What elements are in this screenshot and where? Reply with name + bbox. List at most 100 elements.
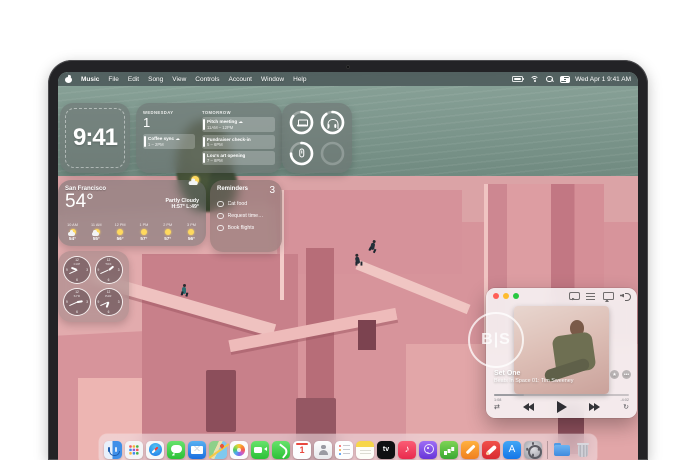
reminder-item[interactable]: Cat food — [217, 201, 275, 208]
battery-ring-mouse — [289, 141, 314, 166]
dock-icon-music[interactable]: ♪ — [398, 441, 416, 459]
battery-ring-laptop — [289, 110, 314, 135]
dock-icon-calendar[interactable]: 1 — [293, 441, 311, 459]
dock-icon-podcasts[interactable] — [419, 441, 437, 459]
calendar-tomorrow-label: TOMORROW — [202, 110, 275, 115]
zoom-button[interactable] — [513, 293, 519, 299]
clock-time: 9:41 — [73, 124, 117, 152]
reminders-title: Reminders — [217, 186, 248, 192]
dock-icon-tv[interactable]: tv — [377, 441, 395, 459]
dock-icon-pages[interactable] — [461, 441, 479, 459]
music-player-window: B|S Set One Beats In Space 01: Tim Sween… — [486, 288, 637, 418]
close-button[interactable] — [493, 293, 499, 299]
menu-song[interactable]: Song — [148, 76, 163, 83]
dock-icon-settings[interactable] — [524, 441, 542, 459]
shuffle-button[interactable]: ⇄ — [494, 403, 500, 411]
track-subtitle: Beats In Space 01: Tim Sweeney — [494, 378, 629, 384]
menubar-clock[interactable]: Wed Apr 1 9:41 AM — [575, 76, 631, 83]
cloud-icon: ☁ — [238, 119, 243, 124]
apple-menu-icon[interactable] — [65, 75, 72, 83]
dock-icon-notes[interactable] — [356, 441, 374, 459]
checkbox-circle[interactable] — [217, 213, 224, 220]
dock-icon-launchpad[interactable] — [125, 441, 143, 459]
airplay-icon[interactable] — [603, 292, 613, 301]
analog-clock-paris: 12369 PAR — [96, 289, 122, 315]
world-clock-widget[interactable]: 12369 CUP 12369 TOK 12369 SYD 12369 PAR — [58, 251, 129, 322]
dock-icon-messages[interactable] — [167, 441, 185, 459]
mouse-icon — [299, 149, 305, 158]
reminder-item[interactable]: Book flights — [217, 225, 275, 232]
battery-icon[interactable] — [512, 76, 523, 82]
menu-music[interactable]: Music — [81, 76, 99, 83]
calendar-event[interactable]: Fundraiser check-in 5 – 6PM — [202, 135, 275, 149]
calendar-widget[interactable]: WEDNESDAY 1 Coffee sync ☁ 1 – 2PM TOMORR… — [136, 103, 282, 173]
menu-window[interactable]: Window — [261, 76, 284, 83]
dock-icon-mail[interactable] — [188, 441, 206, 459]
dock: 1 tv ♪ A — [99, 434, 597, 460]
star-button[interactable]: ★ — [610, 370, 619, 379]
reminder-item[interactable]: Request time… — [217, 213, 275, 220]
sun-icon — [139, 229, 148, 236]
track-title: Set One — [494, 370, 629, 377]
reminders-widget[interactable]: Reminders 3 Cat food Request time… Book … — [210, 180, 282, 252]
clock-widget[interactable]: 9:41 — [60, 103, 130, 173]
headphones-icon — [328, 119, 337, 127]
checkbox-circle[interactable] — [217, 225, 224, 232]
laptop-device: Music File Edit Song View Controls Accou… — [48, 60, 648, 460]
dock-icon-maps[interactable] — [209, 441, 227, 459]
dock-icon-numbers[interactable] — [440, 441, 458, 459]
cloud-icon: ☁ — [175, 136, 180, 141]
menu-help[interactable]: Help — [293, 76, 306, 83]
reminders-count: 3 — [269, 186, 275, 195]
repeat-button[interactable]: ↻ — [623, 403, 629, 411]
weather-high-low: H:57° L:49° — [166, 204, 199, 210]
menu-controls[interactable]: Controls — [195, 76, 219, 83]
dock-icon-reminders[interactable] — [335, 441, 353, 459]
dock-icon-downloads-folder[interactable] — [553, 441, 571, 459]
analog-clock-sydney: 12369 SYD — [64, 289, 90, 315]
dock-icon-photos[interactable] — [230, 441, 248, 459]
menu-edit[interactable]: Edit — [128, 76, 139, 83]
minimize-button[interactable] — [503, 293, 509, 299]
sun-icon — [163, 229, 172, 236]
menu-account[interactable]: Account — [229, 76, 253, 83]
dock-icon-contacts[interactable] — [314, 441, 332, 459]
previous-button[interactable] — [523, 403, 534, 411]
more-button[interactable]: ••• — [622, 370, 631, 379]
next-button[interactable] — [589, 403, 600, 411]
partly-cloudy-icon — [68, 229, 77, 236]
dock-separator — [547, 441, 548, 459]
wifi-icon[interactable] — [530, 76, 539, 83]
checkbox-circle[interactable] — [217, 201, 224, 208]
weather-widget[interactable]: San Francisco 54° Partly Cloudy H:57° L:… — [58, 180, 206, 246]
batteries-widget[interactable] — [282, 103, 352, 173]
menu-view[interactable]: View — [172, 76, 186, 83]
calendar-event[interactable]: Coffee sync ☁ 1 – 2PM — [143, 134, 195, 149]
analog-clock-cupertino: 12369 CUP — [64, 257, 90, 283]
queue-icon[interactable] — [586, 292, 596, 301]
sun-icon — [187, 229, 196, 236]
calendar-day-label: WEDNESDAY — [143, 110, 195, 115]
calendar-event[interactable]: Lou's art opening 7 – 8PM — [202, 151, 275, 165]
calendar-event[interactable]: Pitch meeting ☁ 11AM – 12PM — [202, 117, 275, 132]
dock-icon-rocket[interactable] — [482, 441, 500, 459]
window-titlebar[interactable] — [486, 288, 637, 304]
volume-icon[interactable] — [620, 292, 630, 301]
sun-icon — [116, 229, 125, 236]
dock-icon-finder[interactable] — [104, 441, 122, 459]
search-icon[interactable] — [546, 76, 553, 83]
dock-icon-app-store[interactable]: A — [503, 441, 521, 459]
album-logo: B|S — [468, 312, 524, 368]
play-button[interactable] — [557, 401, 567, 413]
dock-icon-safari[interactable] — [146, 441, 164, 459]
menu-file[interactable]: File — [108, 76, 118, 83]
lyrics-icon[interactable] — [569, 292, 579, 301]
dock-icon-facetime[interactable] — [251, 441, 269, 459]
control-center-icon[interactable] — [560, 76, 568, 83]
dock-icon-phone[interactable] — [272, 441, 290, 459]
analog-clock-tokyo: 12369 TOK — [96, 257, 122, 283]
menu-bar: Music File Edit Song View Controls Accou… — [58, 72, 638, 86]
progress-bar[interactable] — [494, 394, 629, 396]
battery-ring-headphones — [320, 110, 345, 135]
dock-icon-trash[interactable] — [574, 441, 592, 459]
